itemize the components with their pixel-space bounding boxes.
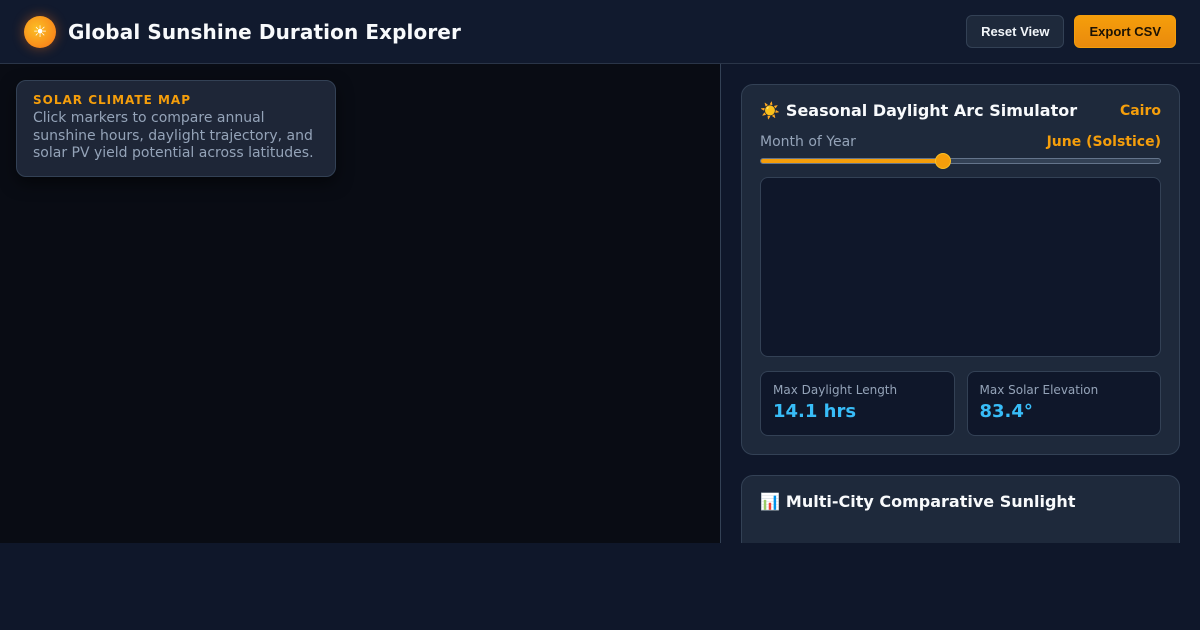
daylight-arc-simulator-card: ☀️ Seasonal Daylight Arc Simulator Cairo…	[741, 84, 1180, 455]
month-slider[interactable]	[760, 153, 1161, 169]
bar-chart-icon: 📊	[760, 492, 780, 511]
solar-climate-map[interactable]: SOLAR CLIMATE MAP Click markers to compa…	[0, 64, 720, 543]
max-elevation-stat: Max Solar Elevation 83.4°	[966, 371, 1161, 436]
stat-label: Max Solar Elevation	[979, 383, 1099, 397]
stat-value: 83.4°	[979, 401, 1033, 422]
reset-view-button[interactable]: Reset View	[966, 15, 1065, 48]
side-panel: ☀️ Seasonal Daylight Arc Simulator Cairo…	[721, 64, 1200, 543]
max-daylight-stat: Max Daylight Length 14.1 hrs	[760, 371, 955, 436]
month-slider-thumb[interactable]	[934, 153, 951, 169]
header-actions: Reset View Export CSV	[966, 15, 1176, 48]
stat-value: 14.1 hrs	[773, 401, 857, 422]
stat-label: Max Daylight Length	[773, 383, 898, 397]
stats-row: Max Daylight Length 14.1 hrs Max Solar E…	[760, 371, 1161, 436]
page-background	[0, 543, 1200, 630]
month-value: June (Solstice)	[1046, 134, 1161, 150]
export-csv-button[interactable]: Export CSV	[1074, 15, 1176, 48]
sun-icon: ☀	[32, 22, 48, 41]
card-title: Multi-City Comparative Sunlight	[785, 492, 1076, 511]
app-header: ☀ Global Sunshine Duration Explorer Rese…	[0, 0, 1200, 64]
map-info-title: SOLAR CLIMATE MAP	[33, 93, 191, 107]
month-label: Month of Year	[760, 134, 856, 150]
sun-logo-icon: ☀	[24, 15, 56, 48]
card-title: Seasonal Daylight Arc Simulator	[785, 101, 1078, 120]
daylight-arc-canvas	[760, 177, 1161, 357]
selected-city-label: Cairo	[1119, 102, 1161, 119]
month-row: Month of Year June (Solstice)	[760, 134, 1161, 150]
multi-city-comparison-card: 📊 Multi-City Comparative Sunlight	[741, 475, 1180, 543]
month-slider-fill	[761, 159, 943, 163]
card-header: ☀️ Seasonal Daylight Arc Simulator Cairo	[760, 101, 1161, 120]
app-title: Global Sunshine Duration Explorer	[68, 19, 461, 44]
map-info-panel: SOLAR CLIMATE MAP Click markers to compa…	[16, 80, 336, 177]
map-info-text: Click markers to compare annual sunshine…	[33, 110, 314, 161]
card-header: 📊 Multi-City Comparative Sunlight	[760, 492, 1161, 511]
sun-icon: ☀️	[760, 101, 780, 120]
